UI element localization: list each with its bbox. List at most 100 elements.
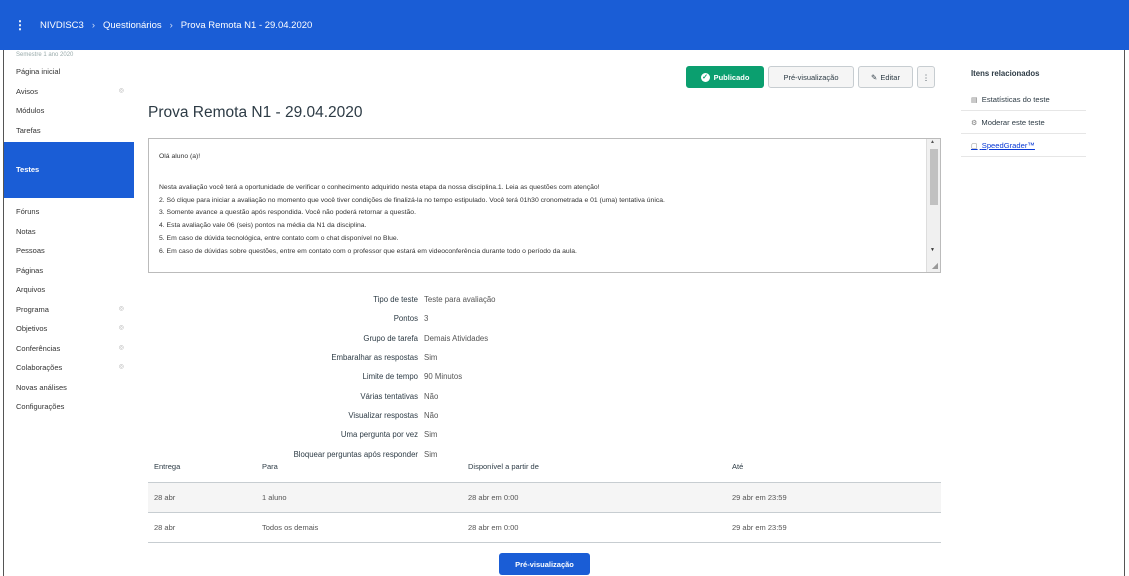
sidebar-item-label: Conferências [16, 343, 61, 353]
sidebar-item[interactable]: Objetivos ◎ [4, 319, 134, 339]
table-cell: 29 abr em 23:59 [726, 512, 941, 543]
sidebar-item[interactable]: Notas [4, 222, 134, 242]
detail-value: Não [424, 391, 439, 401]
detail-value: 3 [424, 314, 429, 324]
hamburger-menu-icon[interactable]: ⋮ [14, 18, 26, 32]
sidebar-item[interactable]: Configurações [4, 397, 134, 417]
detail-label: Uma pergunta por vez [340, 430, 418, 440]
quiz-statistics-link[interactable]: ▤ Estatísticas do teste [961, 88, 1086, 111]
detail-label: Grupo de tarefa [363, 333, 418, 343]
breadcrumb-separator: › [91, 19, 95, 31]
sidebar-item-label: Objetivos [16, 324, 48, 333]
top-navigation-bar: ⋮ NIVDISC3 › Questionários › Prova Remot… [0, 0, 1129, 50]
table-cell: 29 abr em 23:59 [726, 482, 941, 513]
scroll-down-icon[interactable]: ▼ [930, 247, 935, 253]
breadcrumb-course[interactable]: NIVDISC3 [40, 20, 84, 31]
edit-button[interactable]: ✎ Editar [858, 66, 913, 88]
sidebar-item[interactable]: Testes [4, 142, 134, 198]
published-label: Publicado [713, 72, 750, 82]
description-line: 2. Só clique para iniciar a avaliação no… [159, 196, 665, 204]
sidebar-item[interactable]: Avisos ◎ [4, 82, 134, 102]
sidebar-item[interactable]: Tarefas [4, 121, 134, 141]
speedgrader-label: SpeedGrader™ [981, 141, 1035, 150]
sidebar-item[interactable]: Pessoas [4, 241, 134, 261]
detail-row: Várias tentativas Não [148, 386, 608, 405]
detail-label: Várias tentativas [360, 391, 418, 401]
preview-top-button[interactable]: Pré-visualização [768, 66, 854, 88]
table-row: 28 abr Todos os demais 28 abr em 0:00 29 ab… [148, 512, 941, 543]
detail-label: Limite de tempo [362, 372, 418, 382]
col-header-available-from: Disponível a partir de [462, 452, 726, 483]
sidebar-item-label: Arquivos [16, 285, 46, 294]
sidebar-item-label: Avisos [16, 86, 38, 96]
course-navigation: Semestre 1 ano 2020 Página inicial Avisos… [4, 52, 134, 417]
quiz-description[interactable]: Olá aluno (a)! Nesta avaliação você terá… [148, 138, 941, 273]
col-header-until: Até [726, 452, 941, 483]
detail-row: Grupo de tarefa Demais Atividades [148, 329, 608, 348]
speedgrader-icon: ▢ [971, 143, 978, 150]
detail-row: Uma pergunta por vez Sim [148, 425, 608, 444]
sidebar-item[interactable]: Módulos [4, 101, 134, 121]
sidebar-item-label: Fóruns [16, 207, 40, 216]
speedgrader-link[interactable]: ▢ SpeedGrader™ [961, 134, 1086, 157]
description-line: 5. Em caso de dúvida tecnológica, entre … [159, 234, 399, 242]
description-line: Nesta avaliação você terá a oportunidade… [159, 183, 600, 191]
resize-handle-icon[interactable]: ◢ [932, 261, 938, 270]
table-cell: Todos os demais [256, 512, 462, 543]
sidebar-item-label: Novas análises [16, 382, 67, 392]
detail-label: Visualizar respostas [348, 410, 418, 420]
col-header-for: Para [256, 452, 462, 483]
detail-row: Tipo de teste Teste para avaliação [148, 290, 608, 309]
published-button[interactable]: ✓ Publicado [686, 66, 764, 88]
description-greeting: Olá aluno (a)! [159, 153, 201, 160]
preview-top-label: Pré-visualização [783, 72, 839, 82]
sidebar-item[interactable]: Colaborações ◎ [4, 358, 134, 378]
detail-row: Visualizar respostas Não [148, 406, 608, 425]
pencil-icon: ✎ [871, 72, 878, 82]
more-options-button[interactable]: ⋮ [917, 66, 935, 88]
check-icon: ✓ [700, 72, 710, 82]
table-row: 28 abr 1 aluno 28 abr em 0:00 29 abr em 23:… [148, 482, 941, 513]
breadcrumb-current: Prova Remota N1 - 29.04.2020 [180, 19, 313, 31]
description-line: 3. Somente avance a questão após respond… [159, 209, 416, 217]
sidebar-item-label: Página inicial [16, 67, 61, 76]
detail-value: Sim [424, 353, 438, 363]
sidebar-item[interactable]: Arquivos [4, 280, 134, 300]
sidebar-item-label: Tarefas [16, 125, 41, 135]
table-cell: 1 aluno [256, 482, 462, 513]
sidebar-item[interactable]: Fóruns [4, 202, 134, 222]
table-cell: 28 abr [148, 482, 256, 513]
sidebar-item-label: Colaborações [16, 363, 63, 372]
sidebar-item[interactable]: Conferências ◎ [4, 339, 134, 359]
detail-value: Não [424, 410, 439, 420]
sidebar-item-label: Pessoas [16, 246, 45, 255]
description-scrollbar[interactable]: ▲ ▼ [926, 139, 940, 272]
availability-table: Entrega Para Disponível a partir de Até … [148, 452, 941, 543]
preview-button[interactable]: Pré-visualização [499, 553, 590, 575]
related-heading: Itens relacionados [971, 69, 1040, 78]
sidebar-item[interactable]: Páginas [4, 261, 134, 281]
sidebar-item[interactable]: Novas análises [4, 378, 134, 398]
sidebar-item-label: Páginas [16, 265, 44, 275]
edit-label: Editar [880, 72, 900, 82]
sidebar-item-label: Módulos [16, 106, 45, 115]
sidebar-item[interactable]: Página inicial [4, 62, 134, 82]
sidebar-item-label: Testes [16, 165, 40, 174]
sidebar-item-label: Notas [16, 226, 36, 236]
table-cell: 28 abr em 0:00 [462, 512, 726, 543]
scroll-up-icon[interactable]: ▲ [930, 139, 935, 145]
sidebar-item-label: Programa [16, 304, 49, 314]
scroll-thumb[interactable] [930, 149, 938, 205]
detail-label: Pontos [393, 314, 418, 324]
detail-row: Embaralhar as respostas Sim [148, 348, 608, 367]
window-border-right [1124, 50, 1125, 576]
related-items-panel: Itens relacionados ▤ Estatísticas do tes… [961, 60, 1086, 157]
detail-label: Embaralhar as respostas [331, 353, 418, 363]
breadcrumb-separator: › [169, 19, 173, 31]
sidebar-item[interactable]: Programa ◎ [4, 300, 134, 320]
hidden-eye-icon: ◎ [118, 87, 124, 94]
moderate-quiz-link[interactable]: ⚙ Moderar este teste [961, 111, 1086, 134]
breadcrumb-quizzes[interactable]: Questionários [103, 20, 162, 31]
detail-row: Pontos 3 [148, 309, 608, 328]
hidden-eye-icon: ◎ [118, 305, 124, 312]
